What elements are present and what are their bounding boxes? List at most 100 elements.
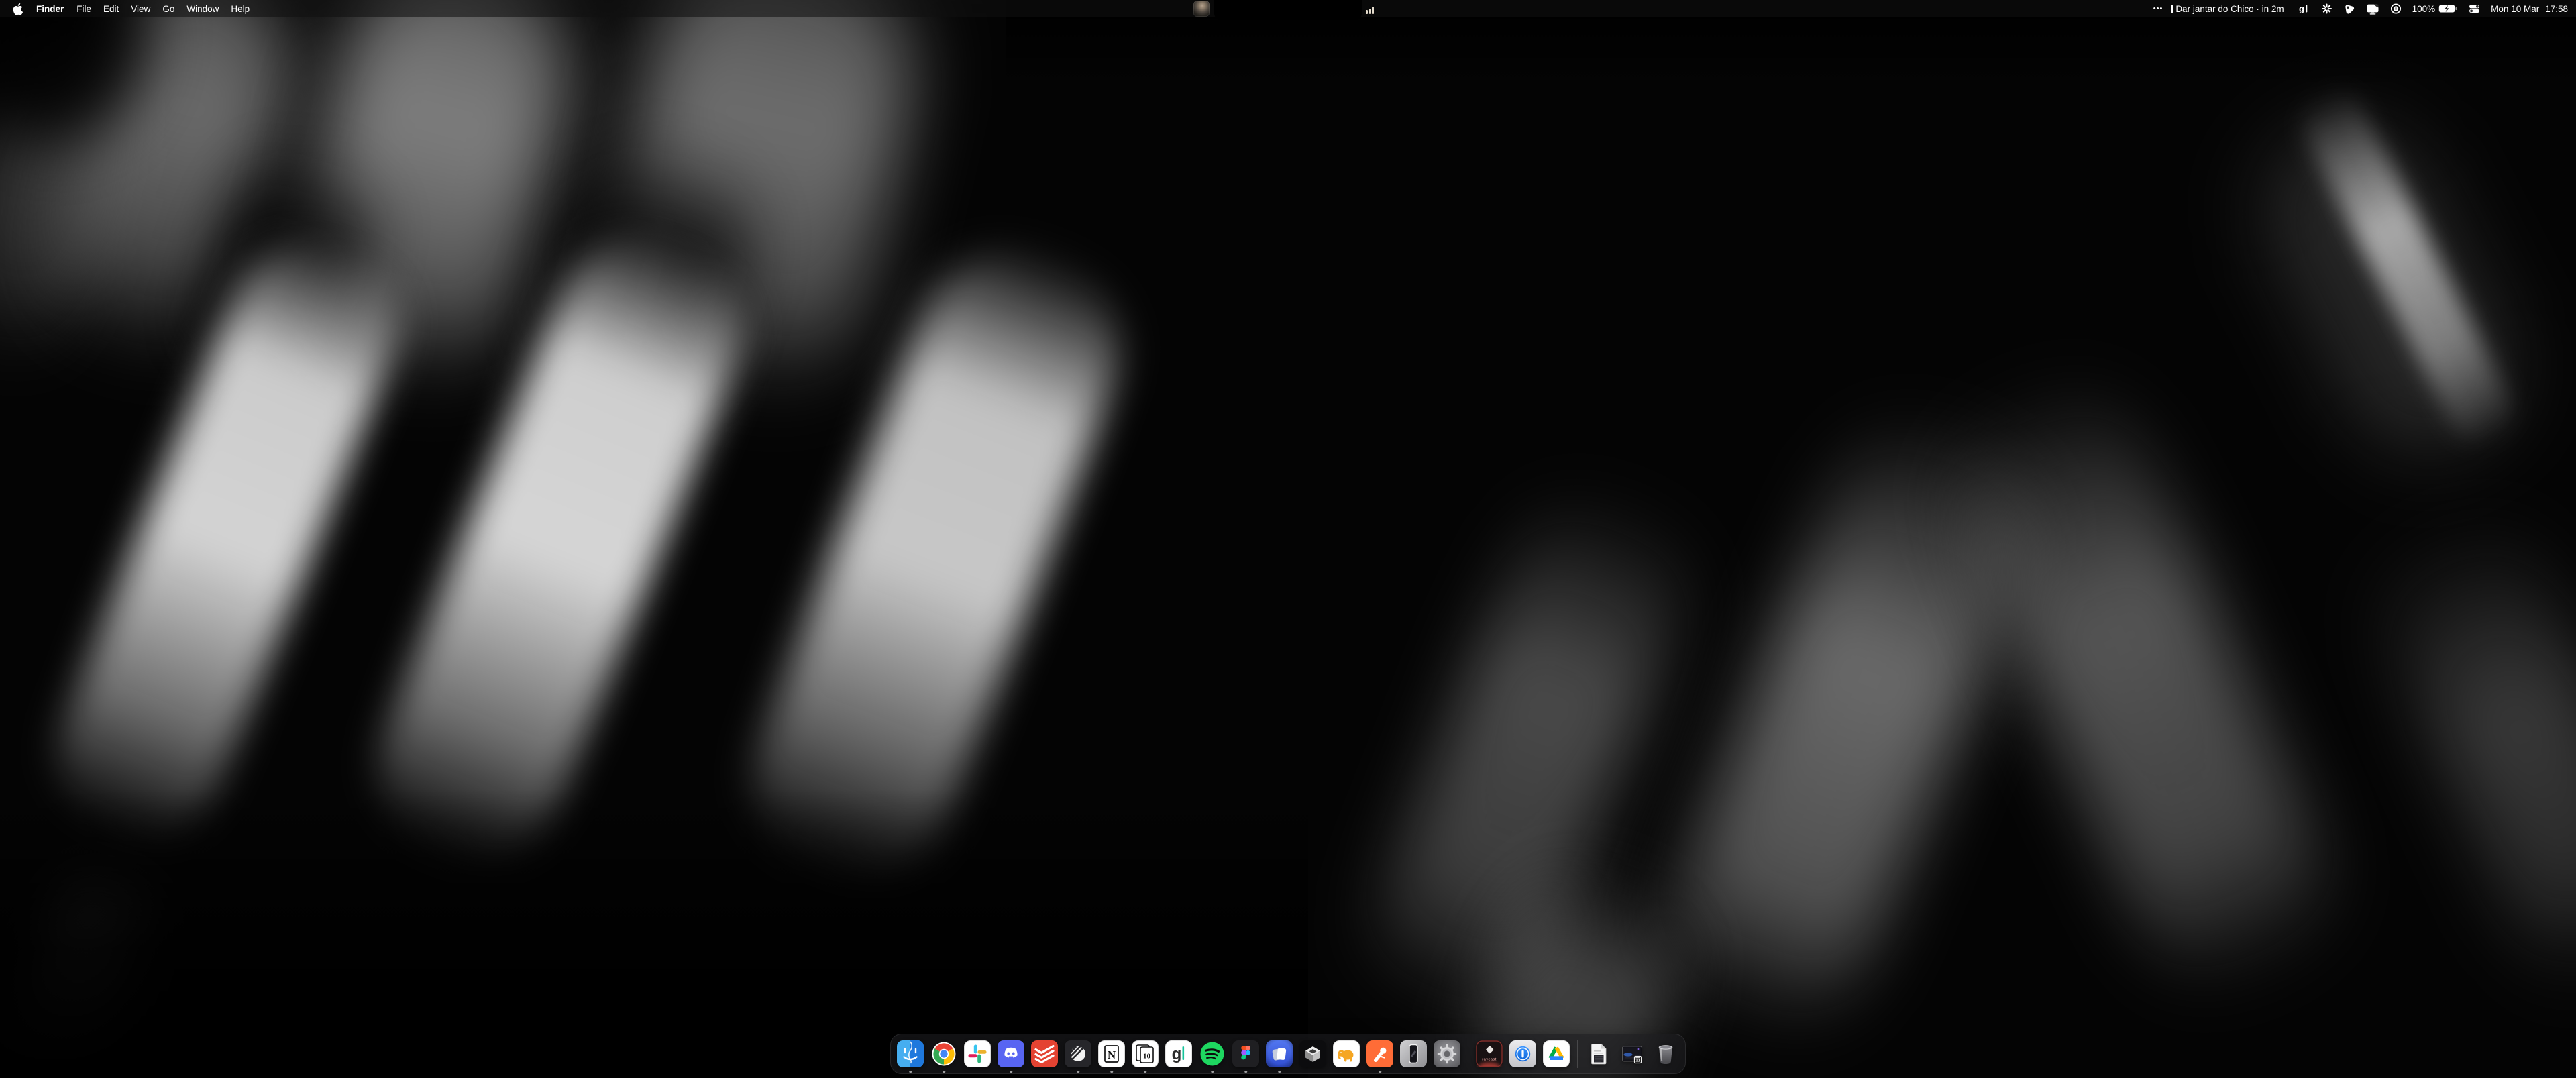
dock: N 10 g (890, 1034, 1686, 1074)
running-indicator (1244, 1071, 1247, 1073)
menu-edit[interactable]: Edit (97, 0, 125, 17)
dock-item-iphone-mirroring[interactable] (1400, 1040, 1427, 1067)
overflow-ellipsis[interactable]: ••• (2148, 0, 2169, 17)
menu-bar-clock[interactable]: Mon 10 Mar 17:58 (2485, 0, 2572, 17)
dock-item-postman[interactable] (1366, 1040, 1393, 1067)
desktop-wallpaper (0, 0, 2576, 1078)
linear-icon (1065, 1040, 1091, 1067)
menu-help[interactable]: Help (225, 0, 256, 17)
dock-item-downloads-stack[interactable]: 11 (1619, 1040, 1646, 1067)
notion-calendar-icon: 10 (1132, 1040, 1159, 1067)
reminder-item[interactable]: Dar jantar do Chico · in 2m (2168, 0, 2290, 17)
running-indicator (1010, 1071, 1012, 1073)
postman-icon (1366, 1040, 1393, 1067)
svg-text:N: N (1108, 1048, 1116, 1061)
clock-date: Mon 10 Mar (2491, 4, 2539, 14)
spotify-icon (1199, 1040, 1226, 1067)
downloads-stack-thumbnail-icon: 11 (1619, 1040, 1646, 1067)
display-status-item[interactable] (2361, 0, 2385, 17)
document-file-icon (1585, 1040, 1612, 1067)
notion-icon: N (1098, 1040, 1125, 1067)
wallpaper-streak (1921, 354, 2358, 1015)
cube-3d-icon (1299, 1040, 1326, 1067)
todoist-icon (1031, 1040, 1058, 1067)
desktop: Finder File Edit View Go Window Help •••… (0, 0, 2576, 1078)
raycast-icon: raycast (1476, 1040, 1503, 1067)
dock-item-discord[interactable] (998, 1040, 1024, 1067)
wallpaper-streak (2357, 498, 2576, 1004)
svg-text:10: 10 (1143, 1053, 1151, 1061)
dock-item-notion[interactable]: N (1098, 1040, 1125, 1067)
grammarly-cursor-icon: g (2296, 3, 2310, 14)
menu-go[interactable]: Go (156, 0, 180, 17)
svg-text:11: 11 (1635, 1059, 1640, 1063)
dock-item-overlapping-windows-app[interactable] (1266, 1040, 1293, 1067)
grammarly-status-item[interactable]: g (2291, 0, 2316, 17)
menu-view[interactable]: View (125, 0, 156, 17)
running-indicator (909, 1071, 912, 1073)
apple-menu[interactable] (8, 0, 30, 17)
control-center-icon (2469, 4, 2480, 13)
postico-elephant-icon (1333, 1040, 1360, 1067)
running-indicator (1077, 1071, 1079, 1073)
menu-window[interactable]: Window (180, 0, 225, 17)
running-indicator (1211, 1071, 1214, 1073)
dock-item-todoist[interactable] (1031, 1040, 1058, 1067)
svg-text:g: g (2299, 4, 2304, 14)
menu-bar-left: Finder File Edit View Go Window Help (0, 0, 256, 17)
dock-item-slack[interactable] (964, 1040, 991, 1067)
dock-item-spotify[interactable] (1199, 1040, 1226, 1067)
1password-icon (1509, 1040, 1536, 1067)
trash-icon (1652, 1040, 1679, 1067)
svg-text:raycast: raycast (1482, 1058, 1496, 1062)
svg-text:g: g (1172, 1045, 1182, 1063)
apple-logo-icon (13, 3, 23, 15)
gear-status-item[interactable] (2316, 0, 2338, 17)
system-settings-gear-icon (1434, 1040, 1460, 1067)
figma-icon (1232, 1040, 1259, 1067)
pick-shape-icon (2343, 3, 2355, 14)
overlapping-windows-icon (1266, 1040, 1293, 1067)
clock-time: 17:58 (2545, 4, 2568, 14)
dock-item-document-file[interactable] (1585, 1040, 1612, 1067)
dock-item-1password[interactable] (1509, 1040, 1536, 1067)
pick-status-item[interactable] (2338, 0, 2361, 17)
iphone-mirroring-icon (1400, 1040, 1427, 1067)
dock-item-3d-cube-app[interactable] (1299, 1040, 1326, 1067)
running-indicator (1379, 1071, 1381, 1073)
battery-percentage: 100% (2412, 4, 2436, 14)
onepassword-status-item[interactable] (2385, 0, 2407, 17)
running-indicator (943, 1071, 945, 1073)
dock-item-system-settings[interactable] (1434, 1040, 1460, 1067)
now-playing-album-art[interactable] (1193, 1, 1210, 17)
running-indicator (1278, 1071, 1281, 1073)
dock-item-raycast[interactable]: raycast (1476, 1040, 1503, 1067)
dock-item-linear[interactable] (1065, 1040, 1091, 1067)
dock-item-chrome[interactable] (930, 1040, 957, 1067)
chrome-icon (930, 1040, 957, 1067)
dock-item-google-drive[interactable] (1543, 1040, 1570, 1067)
dock-item-finder[interactable] (897, 1040, 924, 1067)
menu-bar-status: ••• Dar jantar do Chico · in 2m g 100% (2148, 0, 2576, 17)
battery-status-item[interactable]: 100% (2407, 0, 2464, 17)
dock-item-notion-calendar[interactable]: 10 (1132, 1040, 1159, 1067)
menu-app-name[interactable]: Finder (30, 0, 70, 17)
running-indicator (1144, 1071, 1146, 1073)
dock-item-postico[interactable] (1333, 1040, 1360, 1067)
dock-item-trash[interactable] (1652, 1040, 1679, 1067)
reminder-text: Dar jantar do Chico · in 2m (2176, 4, 2284, 14)
menu-file[interactable]: File (70, 0, 97, 17)
dock-item-grammarly[interactable]: g (1165, 1040, 1192, 1067)
google-drive-icon (1543, 1040, 1570, 1067)
battery-icon (2438, 4, 2458, 13)
finder-icon (897, 1040, 924, 1067)
notch (1214, 0, 1362, 20)
dock-item-figma[interactable] (1232, 1040, 1259, 1067)
discord-icon (998, 1040, 1024, 1067)
gear-flower-icon (2321, 3, 2332, 14)
slack-icon (964, 1040, 991, 1067)
grammarly-icon: g (1165, 1040, 1192, 1067)
onepassword-icon (2390, 3, 2402, 14)
now-playing-equalizer-icon[interactable] (1366, 4, 1374, 14)
control-center-item[interactable] (2463, 0, 2485, 17)
